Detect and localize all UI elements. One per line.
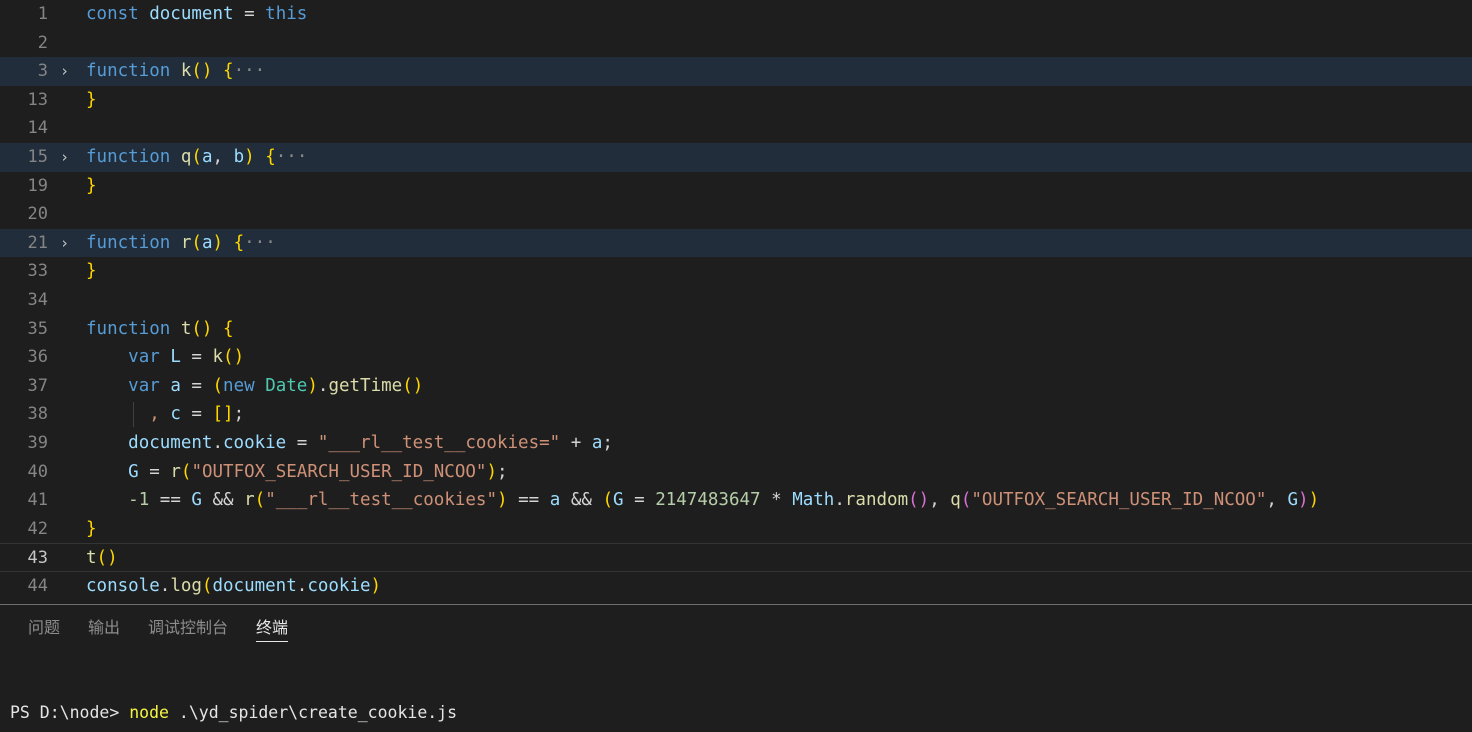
code-text: function r(a) {··· [86, 232, 276, 253]
code-line[interactable]: 41 -1 == G && r("___rl__test__cookies") … [0, 486, 1472, 515]
terminal-command-keyword: node [129, 703, 169, 722]
code-line-active[interactable]: 43 t() [0, 543, 1472, 572]
vscode-window: 1 const document = this 2 3 › function k… [0, 0, 1472, 732]
line-number: 39 [27, 432, 48, 453]
line-number: 21 [27, 232, 48, 253]
terminal-prompt: PS D:\node> [10, 703, 120, 722]
line-number-active: 43 [27, 548, 48, 569]
code-line[interactable]: 39 document.cookie = "___rl__test__cooki… [0, 429, 1472, 458]
code-line[interactable]: 1 const document = this [0, 0, 1472, 29]
code-line[interactable]: 42 } [0, 515, 1472, 544]
fold-chevron-icon[interactable]: › [60, 229, 76, 258]
code-text: document.cookie = "___rl__test__cookies=… [128, 432, 613, 453]
line-number: 1 [37, 4, 48, 24]
code-line[interactable]: 44 console.log(document.cookie) [0, 572, 1472, 601]
code-text: console.log(document.cookie) [86, 575, 382, 596]
code-text: function k() {··· [86, 61, 266, 82]
line-number: 37 [27, 375, 48, 396]
tab-debug-console[interactable]: 调试控制台 [134, 605, 242, 651]
terminal-command-args: .\yd_spider\create_cookie.js [168, 703, 458, 722]
code-line[interactable]: 38 , c = []; [0, 400, 1472, 429]
code-line[interactable]: 33 } [0, 257, 1472, 286]
line-number: 41 [27, 490, 48, 511]
terminal-output[interactable]: PS D:\node> node .\yd_spider\create_cook… [0, 651, 1472, 732]
line-number: 35 [27, 318, 48, 339]
code-line[interactable]: 14 [0, 114, 1472, 143]
line-number: 2 [37, 32, 48, 53]
line-number: 42 [27, 518, 48, 539]
line-number: 38 [27, 404, 48, 425]
line-number: 34 [27, 289, 48, 310]
tab-output[interactable]: 输出 [74, 605, 134, 651]
line-number: 36 [27, 347, 48, 368]
line-number: 14 [27, 118, 48, 139]
bottom-panel: 问题 输出 调试控制台 终端 PS D:\node> node .\yd_spi… [0, 604, 1472, 732]
panel-tab-bar: 问题 输出 调试控制台 终端 [0, 605, 1472, 651]
code-text: } [86, 518, 97, 539]
fold-chevron-icon[interactable]: › [60, 143, 76, 172]
code-line[interactable]: 13 } [0, 86, 1472, 115]
line-number: 19 [27, 175, 48, 196]
code-editor[interactable]: 1 const document = this 2 3 › function k… [0, 0, 1472, 604]
code-text: , c = []; [149, 404, 245, 425]
code-text: var L = k() [128, 347, 245, 368]
code-line-folded[interactable]: 3 › function k() {··· [0, 57, 1472, 86]
code-line[interactable]: 40 G = r("OUTFOX_SEARCH_USER_ID_NCOO"); [0, 458, 1472, 487]
code-text: } [86, 261, 97, 282]
line-number: 44 [27, 575, 48, 596]
code-text: const document = this [86, 4, 308, 24]
code-text: function t() { [86, 318, 234, 339]
line-number: 13 [27, 89, 48, 110]
code-line[interactable]: 37 var a = (new Date).getTime() [0, 372, 1472, 401]
code-text: function q(a, b) {··· [86, 146, 308, 167]
code-text: t() [86, 548, 118, 569]
code-text: } [86, 89, 97, 110]
line-number: 3 [37, 61, 48, 82]
line-number: 40 [27, 461, 48, 482]
code-line[interactable]: 34 [0, 286, 1472, 315]
code-line-folded[interactable]: 15 › function q(a, b) {··· [0, 142, 1472, 172]
code-line[interactable]: 19 } [0, 172, 1472, 201]
code-line[interactable]: 20 [0, 200, 1472, 229]
tab-problems[interactable]: 问题 [14, 605, 74, 651]
code-text: -1 == G && r("___rl__test__cookies") == … [128, 490, 1320, 511]
tab-terminal[interactable]: 终端 [242, 605, 302, 651]
fold-chevron-icon[interactable]: › [60, 57, 76, 86]
code-text: } [86, 175, 97, 196]
code-line[interactable]: 36 var L = k() [0, 343, 1472, 372]
terminal-command-line: PS D:\node> node .\yd_spider\create_cook… [10, 701, 1472, 725]
line-number: 20 [27, 204, 48, 225]
line-number: 33 [27, 261, 48, 282]
code-text: var a = (new Date).getTime() [128, 375, 424, 396]
code-line[interactable]: 35 function t() { [0, 315, 1472, 344]
code-line[interactable]: 2 [0, 29, 1472, 58]
code-line-folded[interactable]: 21 › function r(a) {··· [0, 228, 1472, 258]
code-text: G = r("OUTFOX_SEARCH_USER_ID_NCOO"); [128, 461, 508, 482]
line-number: 15 [27, 146, 48, 167]
